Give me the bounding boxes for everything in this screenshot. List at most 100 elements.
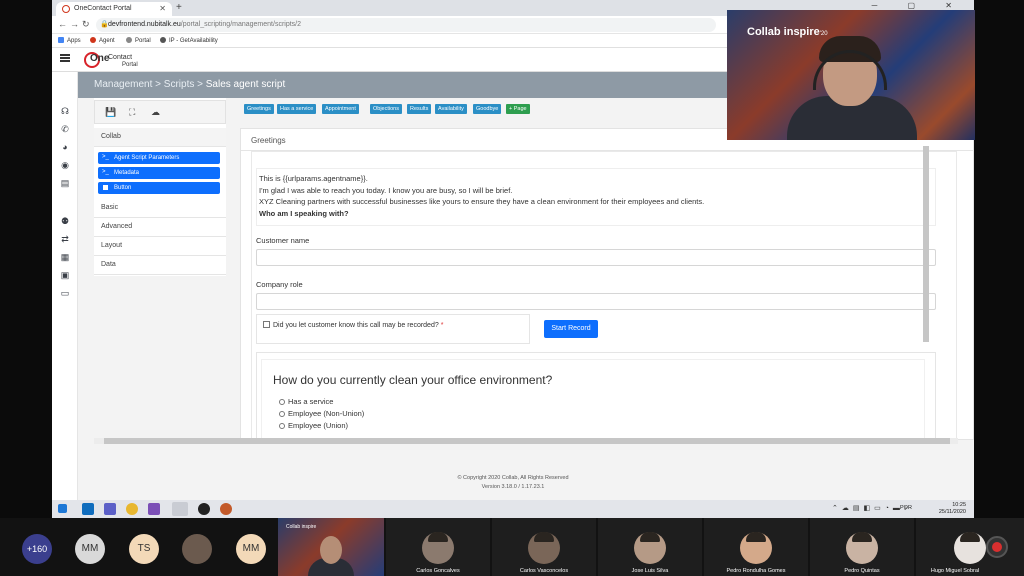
avatar[interactable]: TS — [129, 534, 159, 564]
pie-chart-icon[interactable]: ◕ — [60, 142, 70, 152]
page-tab-goodbye[interactable]: Goodbye — [473, 104, 502, 114]
bookmark-apps[interactable]: Apps — [58, 37, 81, 44]
avatar[interactable]: MM — [236, 534, 266, 564]
group-layout[interactable]: Layout — [94, 237, 226, 256]
start-record-button[interactable]: Start Record — [544, 320, 598, 338]
footer: © Copyright 2020 Collab, All Rights Rese… — [52, 474, 974, 492]
browser-tab[interactable]: OneContact Portal ✕ — [56, 2, 172, 16]
avatar-photo[interactable] — [182, 534, 212, 564]
company-role-input[interactable] — [256, 293, 936, 310]
fullscreen-icon[interactable]: ⛶ — [129, 107, 135, 118]
participant-tile[interactable]: Jose Luis Silva — [598, 518, 702, 576]
builder-toolbar: 💾 ⛶ ☁ — [94, 100, 226, 124]
page-title: Sales agent script — [205, 79, 286, 90]
avatar[interactable]: MM — [75, 534, 105, 564]
component-agent-script-parameters[interactable]: >_ Agent Script Parameters — [98, 152, 220, 164]
url-field[interactable]: 🔒 devfrontend.nubitalk.eu/portal_scripti… — [96, 18, 716, 32]
greeting-line: This is {{urlparams.agentname}}. — [259, 174, 368, 183]
component-button[interactable]: Button — [98, 182, 220, 194]
eye-icon[interactable]: ◉ — [60, 160, 70, 170]
clock[interactable]: 10:25 25/11/2020 — [939, 502, 966, 516]
page-editor: Greetings This is {{urlparams.agentname}… — [240, 128, 974, 440]
page-tab-appointment[interactable]: Appointment — [322, 104, 359, 114]
option-has-a-service[interactable]: Has a service — [279, 397, 333, 406]
breadcrumb-management[interactable]: Management — [94, 79, 152, 90]
teams-icon[interactable] — [104, 503, 116, 515]
square-icon — [103, 185, 108, 190]
windows-taskbar: ⌃☁▤◧▭◔▬♪ POR 10:25 25/11/2020 — [52, 500, 974, 518]
page-tab-objections[interactable]: Objections — [370, 104, 402, 114]
page-tab-results[interactable]: Results — [407, 104, 432, 114]
group-data[interactable]: Data — [94, 256, 226, 275]
agent-icon — [90, 37, 96, 43]
group-basic[interactable]: Basic — [94, 199, 226, 218]
close-tab-icon[interactable]: ✕ — [159, 4, 166, 13]
language-indicator[interactable]: POR — [900, 505, 912, 511]
lock-icon: 🔒 — [100, 21, 109, 28]
breadcrumb-scripts[interactable]: Scripts — [164, 79, 195, 90]
participant-tile[interactable]: Pedro Rondulha Gomes — [704, 518, 808, 576]
forward-icon[interactable]: → — [70, 19, 79, 29]
app-icon[interactable] — [220, 503, 232, 515]
version-text: Version 3.18.0 / 1.17.23.1 — [481, 484, 545, 490]
group-advanced[interactable]: Advanced — [94, 218, 226, 237]
copyright-text: © Copyright 2020 Collab, All Rights Rese… — [457, 475, 569, 481]
visual-studio-icon[interactable] — [148, 503, 160, 515]
page-tab-availability[interactable]: Availability — [435, 104, 467, 114]
user-card-icon[interactable]: ▣ — [60, 270, 70, 280]
presenter-webcam: Collab inspire'20 — [727, 10, 975, 140]
company-role-label: Company role — [256, 280, 303, 289]
overflow-count[interactable]: +160 — [22, 534, 52, 564]
radio-button[interactable] — [279, 423, 285, 429]
option-employee-union[interactable]: Employee (Union) — [279, 421, 348, 430]
page-canvas: This is {{urlparams.agentname}}. I'm gla… — [251, 151, 957, 439]
consent-checkbox[interactable] — [263, 321, 270, 328]
scroll-thumb[interactable] — [104, 438, 950, 444]
horizontal-scrollbar[interactable] — [94, 438, 958, 444]
back-icon[interactable]: ← — [58, 19, 67, 29]
save-icon[interactable]: 💾 — [105, 107, 116, 118]
windows-start-icon[interactable] — [58, 504, 67, 513]
phone-icon[interactable]: ✆ — [60, 124, 70, 134]
hamburger-menu-icon[interactable] — [60, 54, 70, 62]
component-metadata[interactable]: >_ Metadata — [98, 167, 220, 179]
radio-button[interactable] — [279, 411, 285, 417]
transfer-icon[interactable]: ⇄ — [60, 234, 70, 244]
page-tab-greetings[interactable]: Greetings — [244, 104, 274, 114]
grid-icon[interactable]: ▦ — [60, 252, 70, 262]
customer-name-input[interactable] — [256, 249, 936, 266]
participant-tile[interactable]: Pedro Quintas — [810, 518, 914, 576]
bookmark-ip-getavailability[interactable]: IP - GetAvailability — [160, 37, 218, 44]
new-tab-button[interactable]: + — [176, 2, 182, 13]
users-icon[interactable]: ⚉ — [60, 216, 70, 226]
reload-icon[interactable]: ↻ — [82, 19, 90, 30]
group-collab[interactable]: Collab — [94, 128, 226, 147]
option-employee-non-union[interactable]: Employee (Non-Union) — [279, 409, 364, 418]
favicon-icon — [62, 5, 70, 13]
globe-icon — [160, 37, 166, 43]
greeting-text-block[interactable]: This is {{urlparams.agentname}}. I'm gla… — [256, 168, 936, 226]
app-icon[interactable] — [198, 503, 210, 515]
cloud-upload-icon[interactable]: ☁ — [151, 107, 160, 118]
id-card-icon[interactable]: ▤ — [60, 178, 70, 188]
chrome-icon[interactable] — [126, 503, 138, 515]
bookmark-agent[interactable]: Agent — [90, 37, 115, 44]
active-app-icon[interactable] — [172, 502, 188, 516]
participant-tile[interactable]: Carlos Goncalves — [386, 518, 490, 576]
participant-tile[interactable]: Carlos Vasconcelos — [492, 518, 596, 576]
headset-icon[interactable]: ☊ — [60, 106, 70, 116]
question-title: How do you currently clean your office e… — [273, 373, 553, 387]
page-tab-has-a-service[interactable]: Has a service — [277, 104, 317, 114]
collab-inspire-logo: Collab inspire'20 — [747, 26, 828, 38]
laptop-icon[interactable]: ▭ — [60, 288, 70, 298]
record-indicator-icon[interactable] — [986, 536, 1008, 558]
window-controls[interactable]: ─ ▢ ✕ — [872, 1, 966, 10]
bookmark-portal[interactable]: Portal — [126, 37, 151, 44]
scroll-thumb[interactable] — [923, 146, 929, 342]
self-video-tile[interactable]: Collab inspire — [278, 518, 384, 576]
add-page-button[interactable]: + Page — [506, 104, 530, 114]
onecontact-logo: One Contact Portal — [84, 51, 144, 69]
radio-button[interactable] — [279, 399, 285, 405]
outlook-icon[interactable] — [82, 503, 94, 515]
vertical-scrollbar[interactable] — [923, 144, 929, 436]
